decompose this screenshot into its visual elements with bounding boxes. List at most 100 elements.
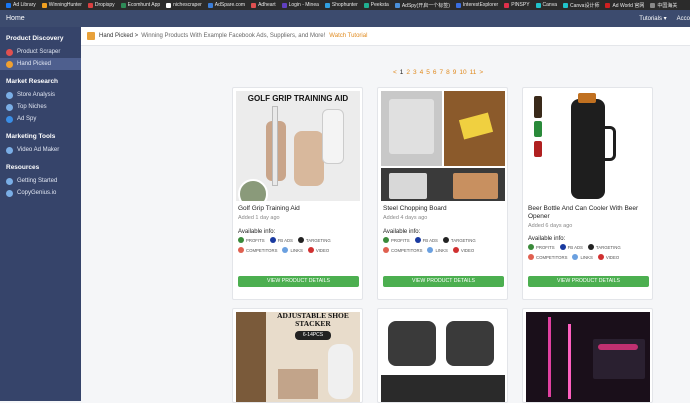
tutorials-menu[interactable]: Tutorials ▾ bbox=[639, 15, 666, 22]
bookmark-label: InterestExplorer bbox=[462, 2, 499, 8]
breadcrumb-section[interactable]: Hand Picked > bbox=[99, 33, 138, 39]
bookmarks-bar: Ad Library WinningHunter Dropispy Ecomhunt … bbox=[0, 0, 690, 10]
page-link[interactable]: 5 bbox=[426, 69, 430, 76]
bookmark-favicon-icon bbox=[207, 2, 213, 8]
product-image[interactable] bbox=[381, 91, 505, 201]
sidebar-item[interactable]: Video Ad Maker bbox=[0, 144, 81, 156]
page-link[interactable]: 11 bbox=[470, 69, 477, 76]
product-card-shoe-stacker[interactable]: ADJUSTABLE SHOE STACKER 6-14PCS bbox=[232, 308, 363, 403]
info-tag: FB ADS bbox=[414, 237, 438, 243]
bookmark-item[interactable]: Adheart bbox=[251, 2, 276, 8]
sidebar-item[interactable]: Store Analysis bbox=[0, 89, 81, 101]
product-image[interactable]: GOLF GRIP TRAINING AID bbox=[236, 91, 360, 201]
sidebar-item-label: CopyGenius.io bbox=[17, 190, 57, 196]
bookmark-item[interactable]: Ecomhunt App bbox=[120, 2, 161, 8]
sidebar-item[interactable]: Top Niches bbox=[0, 101, 81, 113]
info-tag-label: FB ADS bbox=[422, 237, 438, 243]
info-tag-icon bbox=[572, 254, 579, 260]
info-tag-label: TARGETING bbox=[450, 237, 476, 243]
info-tag-label: PROFITS bbox=[391, 237, 410, 243]
image-caption: GOLF GRIP TRAINING AID bbox=[247, 94, 349, 103]
sidebar-item-label: Hand Picked bbox=[17, 61, 52, 67]
product-image[interactable] bbox=[526, 91, 650, 201]
info-tag-icon bbox=[297, 237, 304, 243]
page-link[interactable]: 6 bbox=[433, 69, 437, 76]
breadcrumb-description: Winning Products With Example Facebook A… bbox=[141, 33, 326, 39]
sidebar-item[interactable]: Getting Started bbox=[0, 175, 81, 187]
bookmark-item[interactable]: InterestExplorer bbox=[455, 2, 499, 8]
info-tag-label: COMPETITORS bbox=[246, 247, 278, 253]
account-menu[interactable]: Acco bbox=[677, 16, 690, 22]
page-link[interactable]: 10 bbox=[459, 69, 466, 76]
page-link[interactable]: 8 bbox=[446, 69, 450, 76]
bookmark-label: AdSpare.com bbox=[214, 2, 246, 8]
product-card-beer-cooler: Beer Bottle And Can Cooler With Beer Ope… bbox=[522, 87, 653, 300]
avatar bbox=[238, 179, 268, 201]
info-tags: PROFITS FB ADS TARGETING COMPETITORS LINKS VI… bbox=[238, 237, 363, 257]
info-tag-icon bbox=[383, 237, 389, 243]
sidebar-item[interactable]: CopyGenius.io bbox=[0, 187, 81, 199]
page-link[interactable]: 7 bbox=[440, 69, 444, 76]
product-title[interactable]: Golf Grip Training Aid bbox=[238, 205, 360, 213]
bookmark-item[interactable]: PINSPY bbox=[504, 2, 530, 8]
bookmark-label: Shophunter bbox=[331, 2, 358, 8]
pagination: <1 2 3 4 5 6 7 8 9 10 11 > bbox=[393, 69, 486, 76]
page-link[interactable]: 2 bbox=[406, 69, 410, 76]
view-product-details-button[interactable]: VIEW PRODUCT DETAILS bbox=[238, 276, 359, 287]
info-tag: TARGETING bbox=[587, 244, 621, 250]
sidebar-item[interactable]: Product Scraper bbox=[0, 46, 81, 58]
top-navbar: Home Tutorials ▾ Acco bbox=[0, 10, 690, 27]
info-tag-label: TARGETING bbox=[595, 244, 621, 250]
bookmark-label: WinningHunter bbox=[48, 2, 82, 8]
info-tag: LINKS bbox=[282, 247, 303, 253]
product-card-golf-grip: GOLF GRIP TRAINING AID Golf Grip Trainin… bbox=[232, 87, 363, 300]
bookmark-label: Dropispy bbox=[94, 2, 115, 8]
product-added: Added 1 day ago bbox=[238, 215, 280, 221]
product-card-lighter[interactable] bbox=[522, 308, 653, 403]
bookmark-item[interactable]: AdSpare.com bbox=[207, 2, 246, 8]
bookmark-label: Login - Minea bbox=[288, 2, 319, 8]
bookmark-item[interactable]: Peeksta bbox=[363, 2, 389, 8]
page-link[interactable]: > bbox=[479, 69, 483, 76]
bookmark-item[interactable]: 中国海关 bbox=[650, 2, 677, 9]
bookmark-item[interactable]: Canva bbox=[535, 2, 557, 8]
info-tag: COMPETITORS bbox=[383, 247, 422, 253]
bookmark-favicon-icon bbox=[562, 2, 568, 8]
info-tag-label: PROFITS bbox=[246, 237, 265, 243]
bookmark-item[interactable]: WinningHunter bbox=[41, 2, 82, 8]
bookmark-item[interactable]: Login - Minea bbox=[281, 2, 319, 8]
bookmark-item[interactable]: Dropispy bbox=[87, 2, 115, 8]
info-tags: PROFITS FB ADS TARGETING COMPETITORS LINKS VI… bbox=[528, 244, 653, 264]
info-tag: FB ADS bbox=[269, 237, 293, 243]
bookmark-label: AdSpy(开启一个标签) bbox=[401, 2, 450, 9]
breadcrumb: Hand Picked > Winning Products With Exam… bbox=[81, 27, 690, 46]
bookmark-favicon-icon bbox=[41, 2, 47, 8]
sidebar-item[interactable]: Hand Picked bbox=[0, 58, 81, 70]
page-link[interactable]: 9 bbox=[453, 69, 457, 76]
sidebar-item-icon bbox=[6, 60, 13, 68]
view-product-details-button[interactable]: VIEW PRODUCT DETAILS bbox=[383, 276, 504, 287]
page-link[interactable]: 3 bbox=[413, 69, 417, 76]
sidebar-item-icon bbox=[6, 177, 13, 185]
bookmark-item[interactable]: Shophunter bbox=[324, 2, 358, 8]
bookmark-favicon-icon bbox=[166, 2, 172, 8]
home-link[interactable]: Home bbox=[6, 15, 25, 22]
watch-tutorial-link[interactable]: Watch Tutorial bbox=[329, 33, 367, 39]
product-title[interactable]: Beer Bottle And Can Cooler With Beer Ope… bbox=[528, 205, 650, 221]
bookmark-item[interactable]: Canva设计师 bbox=[562, 2, 599, 9]
sidebar-item-icon bbox=[6, 115, 13, 123]
view-product-details-button[interactable]: VIEW PRODUCT DETAILS bbox=[528, 276, 649, 287]
bookmark-label: Ecomhunt App bbox=[127, 2, 161, 8]
product-card-case[interactable] bbox=[377, 308, 508, 403]
info-tag: VIDEO bbox=[597, 254, 619, 260]
bookmark-favicon-icon bbox=[363, 2, 369, 8]
page-link[interactable]: 1 bbox=[400, 69, 404, 76]
bookmark-item[interactable]: AdSpy(开启一个标签) bbox=[394, 2, 450, 9]
product-title[interactable]: Steel Chopping Board bbox=[383, 205, 505, 213]
bookmark-item[interactable]: Ad Library bbox=[6, 2, 36, 8]
bookmark-item[interactable]: Ad World 官网 bbox=[605, 2, 644, 9]
sidebar-item[interactable]: Ad Spy bbox=[0, 113, 81, 125]
bookmark-item[interactable]: nichescraper bbox=[166, 2, 202, 8]
page-link[interactable]: 4 bbox=[420, 69, 424, 76]
page-link[interactable]: < bbox=[393, 69, 397, 76]
